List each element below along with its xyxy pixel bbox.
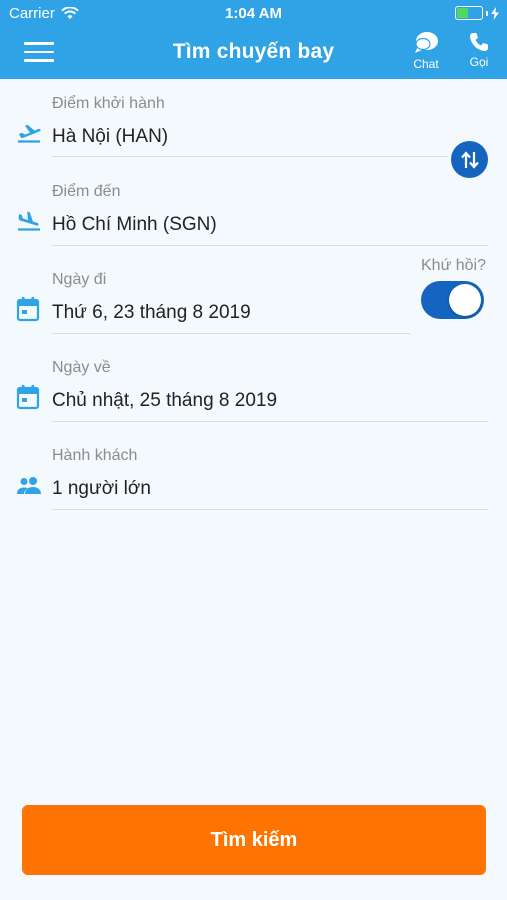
toggle-knob <box>449 284 481 316</box>
passengers-value: 1 người lớn <box>52 478 151 499</box>
destination-divider <box>52 245 488 246</box>
origin-divider <box>52 156 448 157</box>
call-label: Gọi <box>469 55 489 69</box>
landing-icon <box>18 211 40 231</box>
charging-icon <box>491 6 499 20</box>
chat-label: Chat <box>413 57 439 71</box>
depart-date-label: Ngày đi <box>52 271 107 288</box>
destination-field[interactable]: Điểm đến Hồ Chí Minh (SGN) <box>0 180 507 248</box>
chat-icon <box>415 32 438 53</box>
takeoff-icon <box>18 124 41 143</box>
round-trip-label: Khứ hồi? <box>421 257 486 274</box>
battery-icon <box>455 6 483 20</box>
origin-label: Điểm khởi hành <box>52 95 165 112</box>
return-date-value: Chủ nhật, 25 tháng 8 2019 <box>52 390 278 411</box>
return-date-field[interactable]: Ngày về Chủ nhật, 25 tháng 8 2019 <box>0 356 507 424</box>
status-bar: Carrier 1:04 AM <box>0 0 507 28</box>
origin-value: Hà Nội (HAN) <box>52 126 169 147</box>
passengers-divider <box>52 509 488 510</box>
swap-icon <box>460 150 479 169</box>
depart-date-divider <box>52 333 410 334</box>
destination-label: Điểm đến <box>52 183 121 200</box>
calendar-icon <box>16 297 40 322</box>
passengers-label: Hành khách <box>52 447 138 464</box>
return-date-divider <box>52 421 488 422</box>
passengers-field[interactable]: Hành khách 1 người lớn <box>0 444 507 512</box>
people-icon <box>17 477 41 494</box>
status-time: 1:04 AM <box>225 5 282 22</box>
call-button[interactable]: Gọi <box>462 31 496 69</box>
origin-field[interactable]: Điểm khởi hành Hà Nội (HAN) <box>0 92 507 160</box>
round-trip-toggle[interactable] <box>421 281 484 319</box>
app-header: Carrier 1:04 AM Tìm chuyến bay Chat Gọi <box>0 0 507 79</box>
return-date-label: Ngày về <box>52 359 111 376</box>
phone-icon <box>470 33 488 51</box>
search-button[interactable]: Tìm kiếm <box>22 805 486 875</box>
destination-value: Hồ Chí Minh (SGN) <box>52 214 217 235</box>
calendar-icon <box>16 385 40 410</box>
depart-date-field[interactable]: Ngày đi Thứ 6, 23 tháng 8 2019 <box>0 268 412 336</box>
battery-indicator <box>455 6 499 20</box>
depart-date-value: Thứ 6, 23 tháng 8 2019 <box>52 302 251 323</box>
swap-button[interactable] <box>451 141 488 178</box>
chat-button[interactable]: Chat <box>408 31 444 71</box>
